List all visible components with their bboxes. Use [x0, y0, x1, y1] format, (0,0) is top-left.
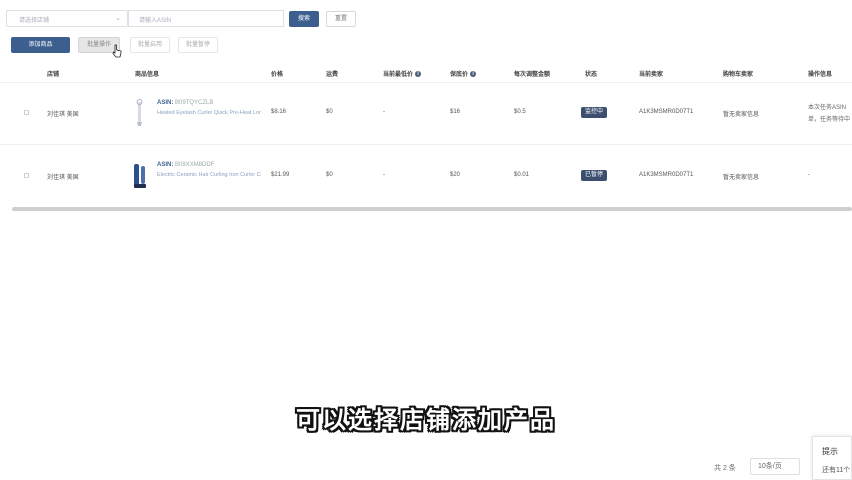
product-table: 店铺 商品信息 价格 运费 当前最低价 i 保底价 i 每次调整金额 状态 当前卖家…	[0, 62, 852, 210]
page-size-select[interactable]: 10条/页	[750, 458, 800, 475]
col-buybox: 购物车卖家	[723, 72, 754, 78]
cell-buybox: 暂无卖家信息	[723, 112, 760, 118]
asin-value[interactable]: B09TQYCZLB	[175, 100, 213, 106]
search-button[interactable]: 搜索	[289, 11, 319, 27]
ops-line-2: 单，任务等待中	[808, 117, 851, 123]
cell-price: $21.99	[271, 172, 290, 178]
video-subtitle: 可以选择店铺添加产品	[296, 406, 556, 434]
cell-shipping: $0	[326, 172, 333, 178]
col-store: 店铺	[47, 72, 60, 78]
info-icon[interactable]: i	[470, 71, 477, 78]
batch-enable-button[interactable]: 批量启用	[130, 37, 170, 53]
asin-line: ASIN: B09TQYCZLB	[157, 100, 213, 106]
col-guaranteed-label: 保底价	[450, 72, 469, 78]
asin-search-value: 请输入ASIN	[139, 18, 172, 24]
asin-label: ASIN:	[157, 100, 174, 106]
col-status: 状态	[585, 72, 598, 78]
cell-current-min: -	[383, 172, 385, 178]
cell-shipping: $0	[326, 109, 333, 115]
ops-line-1: 本次任务ASIN	[808, 105, 847, 111]
cell-store: 刘佳琪 美国	[47, 112, 79, 118]
cell-guaranteed: $20	[450, 172, 461, 178]
col-current-min: 当前最低价 i	[383, 69, 422, 78]
cell-step: $0.01	[514, 172, 530, 178]
header-divider	[0, 82, 852, 83]
info-icon[interactable]: i	[415, 71, 422, 78]
product-title[interactable]: Electric Ceramic Hair Curling Iron Curle…	[157, 172, 261, 178]
asin-value[interactable]: B09XXM8DDF	[175, 162, 214, 168]
store-select-value: 请选择店铺	[19, 18, 50, 24]
batch-pause-button[interactable]: 批量暂停	[178, 37, 218, 53]
cell-store: 刘佳琪 美国	[47, 175, 79, 181]
col-ops: 操作信息	[808, 72, 833, 78]
add-product-button[interactable]: 添加商品	[11, 37, 70, 53]
row-checkbox[interactable]	[24, 173, 29, 178]
status-badge: 监控中	[581, 107, 608, 118]
notification-toast: 提示 还有11个	[812, 436, 852, 480]
product-title[interactable]: Heated Eyelash Curler Quick Pre-Heat Lon…	[157, 110, 261, 116]
chevron-down-icon: ⌄	[115, 15, 121, 22]
col-step: 每次调整金额	[514, 72, 551, 78]
pagination-total: 共 2 条	[714, 465, 736, 472]
col-guaranteed: 保底价 i	[450, 69, 477, 78]
reset-button[interactable]: 重置	[326, 11, 356, 27]
status-badge: 已暂停	[581, 170, 608, 181]
mouse-pointer-icon	[112, 44, 122, 58]
col-shipping: 运费	[326, 72, 339, 78]
col-current-min-label: 当前最低价	[383, 72, 414, 78]
col-product: 商品信息	[135, 72, 160, 78]
product-thumbnail[interactable]	[133, 162, 147, 190]
cell-seller: A1K3MSMR0D07T1	[639, 109, 694, 115]
col-seller: 当前卖家	[639, 72, 664, 78]
asin-label: ASIN:	[157, 162, 174, 168]
cell-seller: A1K3MSMR0D07T1	[639, 172, 694, 178]
asin-line: ASIN: B09XXM8DDF	[157, 162, 214, 168]
horizontal-scrollbar[interactable]	[12, 207, 852, 211]
cell-step: $0.5	[514, 109, 526, 115]
row-divider	[0, 144, 852, 145]
cell-price: $8.16	[271, 109, 287, 115]
toast-title: 提示	[822, 447, 838, 456]
cell-current-min: -	[383, 109, 385, 115]
row-checkbox[interactable]	[24, 110, 29, 115]
col-price: 价格	[271, 72, 284, 78]
asin-search-input[interactable]: 请输入ASIN	[128, 10, 284, 27]
ops-line-1: -	[808, 172, 810, 178]
cell-buybox: 暂无卖家信息	[723, 175, 760, 181]
product-thumbnail[interactable]	[133, 99, 147, 127]
cell-guaranteed: $16	[450, 109, 461, 115]
toast-body: 还有11个	[822, 467, 851, 474]
store-select[interactable]: 请选择店铺 ⌄	[6, 10, 128, 27]
